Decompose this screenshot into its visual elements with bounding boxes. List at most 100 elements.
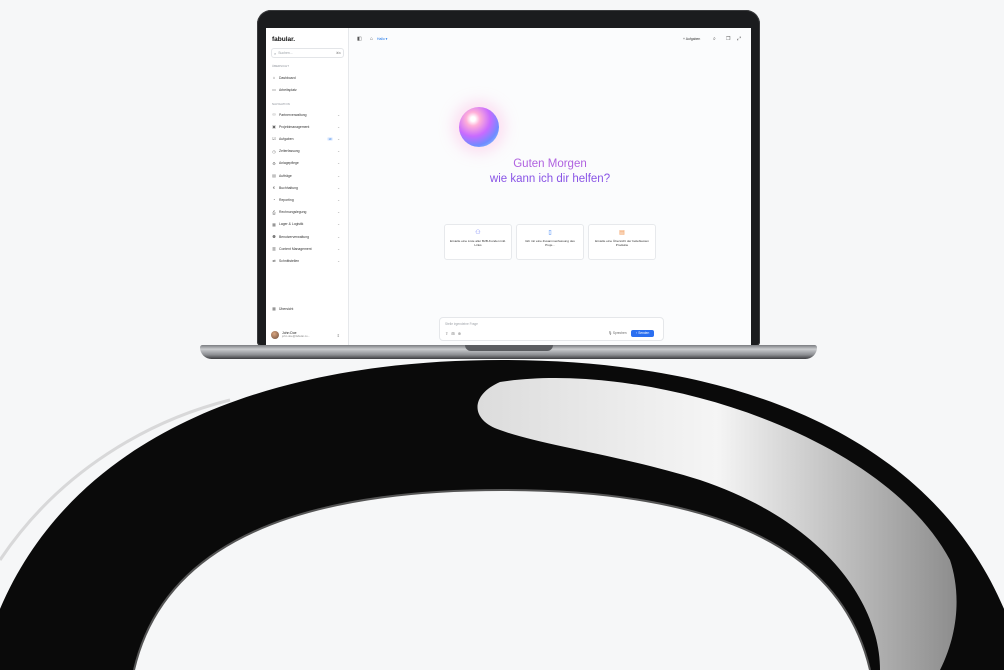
chevron-down-icon: ⌄ <box>337 222 340 227</box>
topbar: ◧ ⌂ Hallo ▾ + Aufgaben ⌕ ❐ ⤢ <box>349 28 751 50</box>
laptop-screen: fabular. ⌕ Suchen... ⌘K ÜBERSICHT ⌂ Dash… <box>266 28 751 345</box>
sidebar-item-label: Anlagepflege <box>279 161 299 166</box>
sidebar-item-dashboard[interactable]: ⌂ Dashboard <box>271 73 343 82</box>
suggestion-text: Erstelle eine Übersicht der beliebtesten… <box>595 239 649 247</box>
sidebar-item-label: Arbeitsplatz <box>279 87 297 92</box>
suggestion-text: Erstelle eine Liste aller B2B-Kunden ink… <box>450 239 506 247</box>
sidebar-item-schnittstellen[interactable]: ⇄ Schnittstellen ⌄ <box>271 256 343 265</box>
chevron-updown-icon: ⇕ <box>336 332 340 338</box>
sidebar-item-zeiterfassung[interactable]: ◷ Zeiterfassung ⌄ <box>271 147 343 156</box>
nav-icon: ▥ <box>272 246 276 252</box>
sidebar-item-label: Projektmanagement <box>279 124 310 129</box>
chevron-down-icon: ⌄ <box>337 149 340 154</box>
chevron-down-icon: ⌄ <box>337 173 340 178</box>
nav-icon: ▦ <box>272 221 276 227</box>
nav-icon: ◷ <box>272 148 276 154</box>
home-icon[interactable]: ⌂ <box>370 36 373 42</box>
sidebar-item-label: Rechnungslegung <box>279 210 307 215</box>
nav-icon: € <box>272 185 276 191</box>
section-overview: ÜBERSICHT <box>272 64 290 68</box>
sidebar-item-label: Lager & Logistik <box>279 222 304 227</box>
suggestion-text: Gib mir eine Zusammenfassung des Proje..… <box>525 239 575 247</box>
chevron-down-icon: ⌄ <box>337 124 340 129</box>
search-placeholder: Suchen... <box>278 51 293 55</box>
chat-input-placeholder: Stelle irgendeine Frage <box>445 322 478 326</box>
chevron-down-icon: ⌄ <box>337 197 340 202</box>
sidebar-item-label: Buchhaltung <box>279 185 298 190</box>
sidebar-item-label: Reporting <box>279 197 294 202</box>
sidebar-item-arbeitsplatz[interactable]: ▭ Arbeitsplatz <box>271 85 343 94</box>
sidebar-item-projektmanagement[interactable]: ▣ Projektmanagement ⌄ <box>271 122 343 131</box>
sidebar-item-aufgaben[interactable]: ☑ Aufgaben 10 ⌄ <box>271 134 343 143</box>
greeting-title: Guten Morgen <box>513 158 587 170</box>
input-tools[interactable]: ⇪⊞⊕ <box>445 331 464 336</box>
nav-icon: ⚇ <box>272 112 276 117</box>
copy-icon[interactable]: ❐ <box>726 36 730 42</box>
search-icon: ⌕ <box>274 50 277 56</box>
suggestion-card[interactable]: ▤ Erstelle eine Übersicht der beliebtest… <box>588 224 656 260</box>
sidebar-item-rechnungslegung[interactable]: ⎙ Rechnungslegung ⌄ <box>271 208 343 217</box>
nav-icon: ⚉ <box>272 234 276 239</box>
chevron-down-icon: ⌄ <box>337 210 340 215</box>
chart-icon: ▤ <box>619 230 625 236</box>
desk-icon: ▭ <box>272 87 276 92</box>
chevron-down-icon: ⌄ <box>337 258 340 263</box>
count-badge: 10 <box>326 136 333 141</box>
sidebar: fabular. ⌕ Suchen... ⌘K ÜBERSICHT ⌂ Dash… <box>266 28 349 345</box>
nav-icon: ☑ <box>272 136 276 142</box>
sidebar-item-anlagepflege[interactable]: ⚙ Anlagepflege ⌄ <box>271 159 343 168</box>
suggestion-card[interactable]: ▯ Gib mir eine Zusammenfassung des Proje… <box>516 224 584 260</box>
sidebar-item-label: Dashboard <box>279 75 296 80</box>
laptop: fabular. ⌕ Suchen... ⌘K ÜBERSICHT ⌂ Dash… <box>200 10 817 365</box>
chevron-down-icon: ⌄ <box>337 136 340 141</box>
chevron-down-icon: ⌄ <box>337 112 340 117</box>
sidebar-item-buchhaltung[interactable]: € Buchhaltung ⌄ <box>271 183 343 192</box>
suggestion-card[interactable]: ⚇ Erstelle eine Liste aller B2B-Kunden i… <box>444 224 512 260</box>
nav-icon: ⇄ <box>272 258 276 264</box>
sidebar-item-label: Zeiterfassung <box>279 149 300 154</box>
add-task-button[interactable]: + Aufgaben <box>683 37 700 41</box>
user-profile[interactable]: John Doe john.doe@fabular.co... ⇕ <box>271 328 343 342</box>
document-icon: ▯ <box>548 230 552 236</box>
sidebar-item-partnerverwaltung[interactable]: ⚇ Partnerverwaltung ⌄ <box>271 110 343 119</box>
search-icon[interactable]: ⌕ <box>713 36 716 42</box>
sidebar-item-label: Benutzerverwaltung <box>279 234 309 239</box>
sidebar-item-benutzerverwaltung[interactable]: ⚉ Benutzerverwaltung ⌄ <box>271 232 343 241</box>
chevron-down-icon: ⌄ <box>337 161 340 166</box>
home-icon: ⌂ <box>272 75 276 80</box>
sidebar-item-auftr-ge[interactable]: ▤ Aufträge ⌄ <box>271 171 343 180</box>
sidebar-item-reporting[interactable]: ◔ Reporting ⌄ <box>271 195 343 204</box>
search-shortcut: ⌘K <box>335 51 341 55</box>
nav-icon: ▤ <box>272 173 276 178</box>
breadcrumb[interactable]: Hallo ▾ <box>377 37 387 41</box>
chat-input[interactable]: Stelle irgendeine Frage ⇪⊞⊕ 🎙 Sprechen ↑… <box>439 317 664 341</box>
search-input[interactable]: ⌕ Suchen... ⌘K <box>271 48 344 58</box>
avatar <box>271 331 279 339</box>
assistant-orb <box>459 107 499 147</box>
send-button[interactable]: ↑ Senden <box>631 330 654 337</box>
chevron-down-icon: ⌄ <box>337 234 340 239</box>
user-email: john.doe@fabular.co... <box>282 334 311 339</box>
sidebar-toggle-icon[interactable]: ◧ <box>357 36 362 42</box>
sidebar-item-label: Übersicht <box>279 306 294 311</box>
users-icon: ⚇ <box>475 230 481 236</box>
laptop-notch <box>465 345 553 351</box>
sidebar-item-lager-logistik[interactable]: ▦ Lager & Logistik ⌄ <box>271 220 343 229</box>
greeting-subtitle: wie kann ich dir helfen? <box>489 173 611 185</box>
expand-icon[interactable]: ⤢ <box>737 36 741 42</box>
sidebar-item-label: Aufträge <box>279 173 292 178</box>
nav-icon: ▣ <box>272 124 276 130</box>
nav-icon: ⎙ <box>272 209 276 215</box>
nav-icon: ◔ <box>272 197 276 203</box>
app-logo: fabular. <box>272 36 296 43</box>
sidebar-item-uebersicht[interactable]: ▦ Übersicht <box>271 304 343 313</box>
sidebar-item-label: Aufgaben <box>279 136 294 141</box>
sidebar-item-content-management[interactable]: ▥ Content Management ⌄ <box>271 244 343 253</box>
sidebar-item-label: Partnerverwaltung <box>279 112 307 117</box>
chevron-down-icon: ⌄ <box>337 246 340 251</box>
grid-icon: ▦ <box>272 306 276 311</box>
sidebar-item-label: Content Management <box>279 246 312 251</box>
voice-button[interactable]: 🎙 Sprechen <box>608 331 627 335</box>
section-navigation: NAVIGATION <box>272 102 290 106</box>
chevron-down-icon: ⌄ <box>337 185 340 190</box>
